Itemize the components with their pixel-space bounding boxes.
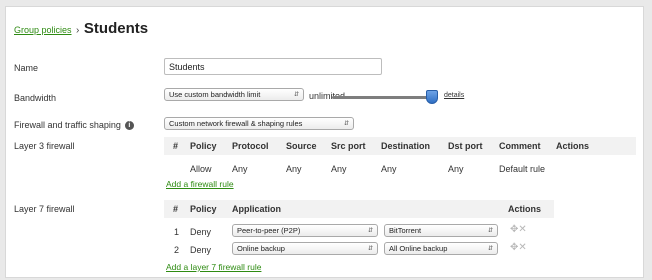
layer3-row-source: Any — [286, 164, 302, 174]
select-arrows-icon: ⇵ — [367, 228, 373, 234]
bandwidth-label: Bandwidth — [14, 93, 57, 103]
layer3-row-src-port: Any — [331, 164, 347, 174]
layer7-firewall-label: Layer 7 firewall — [14, 204, 75, 214]
layer3-row-dst-port: Any — [448, 164, 464, 174]
layer3-header-protocol: Protocol — [232, 141, 269, 151]
layer3-header-source: Source — [286, 141, 317, 151]
layer7-row-num: 1 — [174, 227, 180, 237]
delete-icon[interactable]: ✕ — [518, 242, 526, 253]
layer3-row-comment: Default rule — [499, 164, 546, 174]
bandwidth-details-link[interactable]: details — [444, 92, 464, 99]
select-arrows-icon: ⇵ — [367, 246, 373, 252]
select-arrows-icon: ⇵ — [487, 228, 493, 234]
layer3-header-destination: Destination — [381, 141, 431, 151]
firewall-shaping-select[interactable]: Custom network firewall & shaping rules … — [164, 117, 354, 130]
layer7-row-policy: Deny — [190, 245, 212, 255]
breadcrumb-separator: › — [76, 25, 80, 36]
name-field[interactable] — [164, 58, 382, 75]
layer3-row-policy: Allow — [190, 164, 212, 174]
layer3-header-actions: Actions — [556, 141, 590, 151]
layer7-header-policy: Policy — [190, 204, 217, 214]
layer7-row-policy: Deny — [190, 227, 212, 237]
select-arrows-icon: ⇵ — [487, 246, 493, 252]
name-label: Name — [14, 63, 39, 73]
layer3-header-num: # — [173, 141, 179, 151]
breadcrumb: Group policies › Students — [14, 20, 148, 37]
layer7-header-actions: Actions — [508, 204, 542, 214]
firewall-shaping-label: Firewall and traffic shaping i — [14, 120, 134, 131]
layer3-header-comment: Comment — [499, 141, 541, 151]
layer7-application-select[interactable]: BitTorrent ⇵ — [384, 224, 498, 237]
layer7-category-select[interactable]: Peer-to-peer (P2P) ⇵ — [232, 224, 378, 237]
layer3-firewall-label: Layer 3 firewall — [14, 141, 75, 151]
info-icon[interactable]: i — [124, 121, 134, 131]
bandwidth-select-value: Use custom bandwidth limit — [169, 90, 261, 99]
layer3-header-policy: Policy — [190, 141, 217, 151]
layer3-header-src-port: Src port — [331, 141, 366, 151]
select-arrows-icon: ⇵ — [293, 92, 299, 98]
page-title: Students — [83, 20, 149, 37]
bandwidth-select[interactable]: Use custom bandwidth limit ⇵ — [164, 88, 304, 101]
row-actions: ✥✕ — [510, 224, 527, 235]
layer3-row-destination: Any — [381, 164, 397, 174]
bandwidth-slider-knob[interactable] — [426, 90, 438, 104]
layer7-application-value: All Online backup — [389, 244, 448, 253]
layer7-application-value: BitTorrent — [389, 226, 422, 235]
layer7-header-row — [164, 200, 554, 218]
layer7-header-application: Application — [232, 204, 281, 214]
layer7-application-select[interactable]: All Online backup ⇵ — [384, 242, 498, 255]
firewall-shaping-select-value: Custom network firewall & shaping rules — [169, 119, 303, 128]
add-firewall-rule-link[interactable]: Add a firewall rule — [166, 179, 234, 189]
layer7-category-select[interactable]: Online backup ⇵ — [232, 242, 378, 255]
layer7-row-num: 2 — [174, 245, 180, 255]
select-arrows-icon: ⇵ — [343, 121, 349, 127]
firewall-shaping-label-text: Firewall and traffic shaping — [14, 120, 121, 130]
delete-icon[interactable]: ✕ — [518, 224, 526, 235]
bandwidth-slider-track[interactable] — [332, 96, 432, 99]
layer7-header-num: # — [173, 204, 179, 214]
layer3-row-protocol: Any — [232, 164, 248, 174]
layer7-category-value: Peer-to-peer (P2P) — [237, 226, 301, 235]
breadcrumb-group-policies-link[interactable]: Group policies — [14, 25, 72, 35]
layer3-header-dst-port: Dst port — [448, 141, 483, 151]
add-layer7-rule-link[interactable]: Add a layer 7 firewall rule — [166, 262, 261, 272]
layer7-category-value: Online backup — [237, 244, 285, 253]
row-actions: ✥✕ — [510, 242, 527, 253]
